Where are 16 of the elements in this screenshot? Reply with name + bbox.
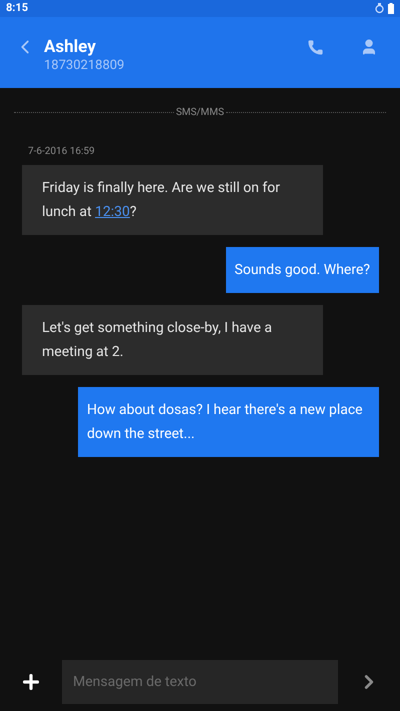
outgoing-message: Sounds good. Where?	[226, 247, 379, 293]
person-icon[interactable]	[360, 38, 378, 56]
contact-name: Ashley	[44, 37, 97, 57]
outgoing-message: How about dosas? I hear there's a new place down the street...	[78, 387, 379, 457]
channel-label: SMS/MMS	[174, 106, 226, 120]
status-time: 8:15	[6, 0, 28, 16]
battery-icon	[388, 3, 394, 14]
incoming-message: Let's get something close-by, I have a meeting at 2.	[22, 305, 323, 375]
message-timestamp: 7-6-2016 16:59	[28, 145, 96, 159]
incoming-message: Friday is finally here. Are we still on for lunch at 12:30?	[22, 165, 323, 235]
time-link[interactable]: 12:30	[95, 204, 130, 220]
contact-number: 18730218809	[44, 57, 126, 75]
alarm-icon	[375, 3, 384, 14]
message-input[interactable]: Mensagem de texto	[62, 660, 338, 704]
attach-icon[interactable]	[20, 671, 42, 693]
phone-icon[interactable]	[307, 39, 324, 56]
